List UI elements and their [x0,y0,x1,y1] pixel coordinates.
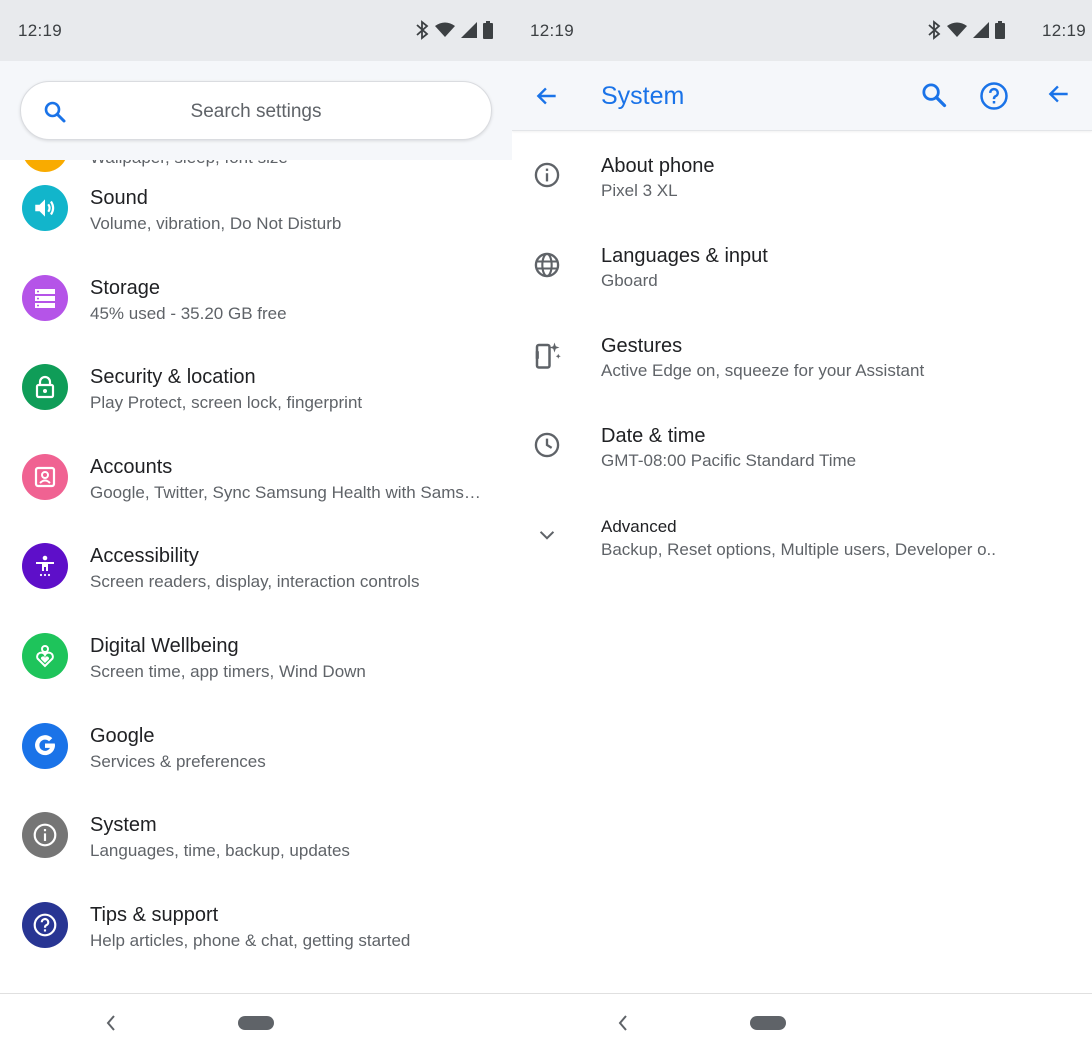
wellbeing-icon [22,632,68,679]
lock-icon [22,364,68,411]
settings-item-tips-support[interactable]: Tips & support Help articles, phone & ch… [0,889,512,979]
globe-icon [532,250,562,280]
partial-item-subtitle: Wallpaper, sleep, font size [90,160,288,168]
bluetooth-icon [416,20,429,40]
wifi-icon [435,22,455,37]
battery-icon [483,21,493,39]
navigation-bar [512,993,1092,1052]
volume-icon [22,185,68,231]
gestures-icon [532,340,562,370]
status-icons [415,20,493,40]
search-icon[interactable] [920,81,948,109]
account-icon [22,453,68,500]
status-bar: 12:19 [0,0,512,61]
item-subtitle: Screen time, app timers, Wind Down [90,661,366,681]
item-subtitle: Backup, Reset options, Multiple users, D… [601,540,996,559]
item-title: Advanced [601,517,677,536]
signal-icon [461,22,477,38]
item-title: System [90,814,157,837]
item-subtitle: Pixel 3 XL [601,181,678,200]
nav-back-icon[interactable] [616,1014,630,1032]
status-time-right: 12:19 [1042,21,1087,40]
item-subtitle: Volume, vibration, Do Not Disturb [90,214,342,233]
item-title: About phone [601,155,715,177]
battery-icon [995,21,1005,39]
settings-item-system[interactable]: System Languages, time, backup, updates [0,799,512,889]
signal-icon [973,22,989,38]
chevron-down-icon [532,520,562,550]
search-area: Search settings [0,61,512,160]
item-title: Security & location [90,366,256,389]
status-bar: 12:19 12:19 [512,0,1092,61]
bluetooth-icon [928,20,941,40]
settings-item-google[interactable]: Google Services & preferences [0,710,512,800]
info-outline-icon [532,160,562,190]
status-time: 12:19 [18,21,63,40]
accessibility-icon [22,543,68,590]
item-subtitle: Help articles, phone & chat, getting sta… [90,930,411,950]
settings-list: Sound Volume, vibration, Do Not Disturb … [0,172,512,978]
item-title: Gestures [601,335,683,357]
help-icon [22,901,68,948]
page-title: System [601,82,685,110]
status-time: 12:19 [530,21,575,40]
item-subtitle: Screen readers, display, interaction con… [90,572,420,592]
item-subtitle: Languages, time, backup, updates [90,841,350,861]
system-item-languages-input[interactable]: Languages & input Gboard [512,221,1092,311]
partial-list-item[interactable]: Wallpaper, sleep, font size [0,160,512,172]
item-title: Accounts [90,455,173,478]
item-title: Languages & input [601,245,768,267]
settings-screen: 12:19 Search settings Wallpaper, sleep, … [0,0,512,1052]
settings-item-digital-wellbeing[interactable]: Digital Wellbeing Screen time, app timer… [0,620,512,710]
nav-home-button[interactable] [750,1016,786,1030]
settings-item-accessibility[interactable]: Accessibility Screen readers, display, i… [0,530,512,620]
nav-back-icon[interactable] [104,1014,118,1032]
navigation-bar [0,993,512,1052]
wifi-icon [947,22,967,37]
item-title: Sound [90,187,148,209]
item-subtitle: 45% used - 35.20 GB free [90,303,287,323]
system-item-advanced[interactable]: Advanced Backup, Reset options, Multiple… [512,491,1092,581]
search-input[interactable]: Search settings [20,81,492,140]
clock-icon [532,430,562,460]
status-icons [927,20,1005,40]
system-screen: 12:19 12:19 System About phone Pixel 3 X… [512,0,1092,1052]
storage-icon [22,274,68,321]
item-title: Accessibility [90,545,199,568]
info-icon [22,812,68,859]
item-subtitle: Gboard [601,271,658,290]
back-arrow-icon[interactable] [534,83,560,109]
settings-item-accounts[interactable]: Accounts Google, Twitter, Sync Samsung H… [0,441,512,531]
nav-home-button[interactable] [238,1016,274,1030]
item-subtitle: Services & preferences [90,751,266,771]
settings-item-storage[interactable]: Storage 45% used - 35.20 GB free [0,262,512,352]
settings-item-security[interactable]: Security & location Play Protect, screen… [0,351,512,441]
item-title: Tips & support [90,903,219,926]
system-item-gestures[interactable]: Gestures Active Edge on, squeeze for you… [512,311,1092,401]
app-bar: System [512,61,1092,131]
item-title: Storage [90,276,161,299]
display-icon [22,160,68,172]
item-title: Google [90,724,155,747]
help-icon[interactable] [979,81,1009,111]
item-subtitle: Play Protect, screen lock, fingerprint [90,393,363,413]
system-item-date-time[interactable]: Date & time GMT-08:00 Pacific Standard T… [512,401,1092,491]
item-subtitle: Google, Twitter, Sync Samsung Health wit… [90,482,481,502]
item-title: Date & time [601,425,706,447]
item-title: Digital Wellbeing [90,634,239,657]
back-arrow-icon-secondary[interactable] [1046,81,1072,107]
search-placeholder: Search settings [190,101,322,122]
item-subtitle: Active Edge on, squeeze for your Assista… [601,361,925,380]
google-icon [22,722,68,769]
system-settings-list: About phone Pixel 3 XL Languages & input… [512,131,1092,581]
system-item-about-phone[interactable]: About phone Pixel 3 XL [512,131,1092,221]
settings-item-sound[interactable]: Sound Volume, vibration, Do Not Disturb [0,172,512,262]
item-subtitle: GMT-08:00 Pacific Standard Time [601,451,857,470]
